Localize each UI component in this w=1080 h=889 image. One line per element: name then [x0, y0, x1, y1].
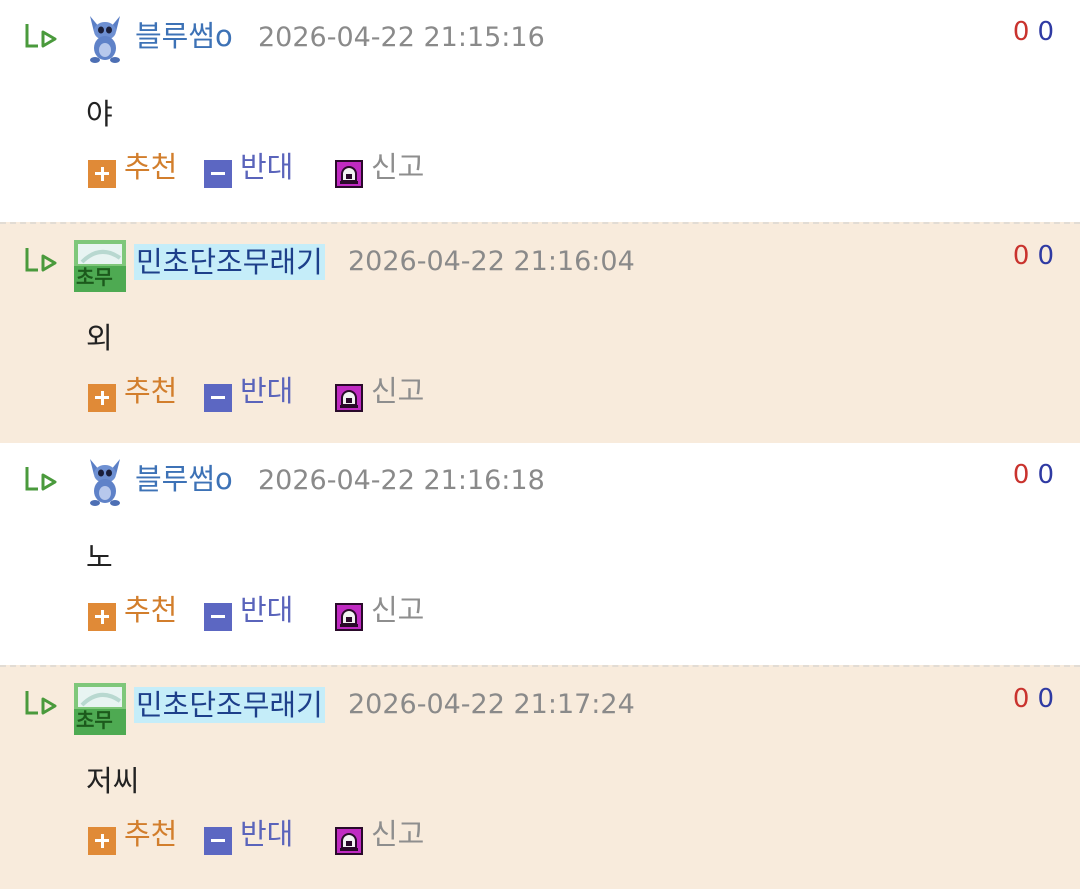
up-count: 0 — [1012, 684, 1030, 714]
plus-icon — [88, 160, 116, 188]
plus-icon — [88, 384, 116, 412]
recommend-label: 추천 — [124, 817, 178, 851]
down-count: 0 — [1037, 684, 1054, 714]
vote-counts: 00 — [1013, 16, 1054, 48]
reply-arrow-icon — [25, 24, 57, 48]
plus-icon — [88, 827, 116, 855]
recommend-label: 추천 — [124, 593, 178, 627]
down-count: 0 — [1037, 241, 1054, 271]
up-count: 0 — [1012, 241, 1030, 271]
comment-body: 야 — [86, 97, 113, 131]
recommend-label: 추천 — [124, 150, 178, 184]
comment-item: 블루썸o 2026-04-22 21:16:18 00 노 추천 반대 신고 — [0, 443, 1080, 665]
stitch-avatar[interactable] — [84, 12, 126, 64]
oppose-label: 반대 — [240, 374, 294, 408]
green-badge-avatar[interactable]: 초무 — [74, 683, 126, 735]
oppose-label: 반대 — [240, 817, 294, 851]
report-label: 신고 — [371, 817, 425, 851]
svg-text:초무: 초무 — [76, 265, 113, 289]
minus-icon — [204, 603, 232, 631]
reply-arrow-icon — [25, 248, 57, 272]
siren-icon — [335, 160, 363, 188]
up-count: 0 — [1012, 17, 1030, 47]
siren-icon — [335, 384, 363, 412]
plus-icon — [88, 603, 116, 631]
comment-body: 노 — [86, 540, 113, 574]
reply-arrow-icon — [25, 467, 57, 491]
author-name[interactable]: 민초단조무래기 — [134, 244, 325, 280]
author-name[interactable]: 블루썸o — [135, 18, 233, 54]
minus-icon — [204, 827, 232, 855]
comment-timestamp: 2026-04-22 21:17:24 — [348, 689, 635, 720]
comment-body: 외 — [86, 321, 113, 355]
siren-icon — [335, 827, 363, 855]
stitch-avatar[interactable] — [84, 455, 126, 507]
minus-icon — [204, 384, 232, 412]
author-name[interactable]: 민초단조무래기 — [134, 687, 325, 723]
down-count: 0 — [1037, 17, 1054, 47]
minus-icon — [204, 160, 232, 188]
reply-arrow-icon — [25, 691, 57, 715]
report-label: 신고 — [371, 593, 425, 627]
comment-timestamp: 2026-04-22 21:16:18 — [258, 465, 545, 496]
svg-text:초무: 초무 — [76, 708, 113, 732]
up-count: 0 — [1012, 460, 1030, 490]
comment-timestamp: 2026-04-22 21:16:04 — [348, 246, 635, 277]
comment-item: 초무 민초단조무래기 2026-04-22 21:17:24 00 저씨 추천 … — [0, 665, 1080, 889]
vote-counts: 00 — [1013, 459, 1054, 491]
report-label: 신고 — [371, 374, 425, 408]
siren-icon — [335, 603, 363, 631]
down-count: 0 — [1037, 460, 1054, 490]
oppose-label: 반대 — [240, 593, 294, 627]
author-name[interactable]: 블루썸o — [135, 461, 233, 497]
recommend-label: 추천 — [124, 374, 178, 408]
report-label: 신고 — [371, 150, 425, 184]
green-badge-avatar[interactable]: 초무 — [74, 240, 126, 292]
comment-item: 블루썸o 2026-04-22 21:15:16 00 야 추천 반대 신고 — [0, 0, 1080, 222]
comment-item: 초무 민초단조무래기 2026-04-22 21:16:04 00 외 추천 반… — [0, 222, 1080, 443]
vote-counts: 00 — [1013, 240, 1054, 272]
comment-timestamp: 2026-04-22 21:15:16 — [258, 22, 545, 53]
vote-counts: 00 — [1013, 683, 1054, 715]
oppose-label: 반대 — [240, 150, 294, 184]
comment-body: 저씨 — [86, 764, 140, 798]
